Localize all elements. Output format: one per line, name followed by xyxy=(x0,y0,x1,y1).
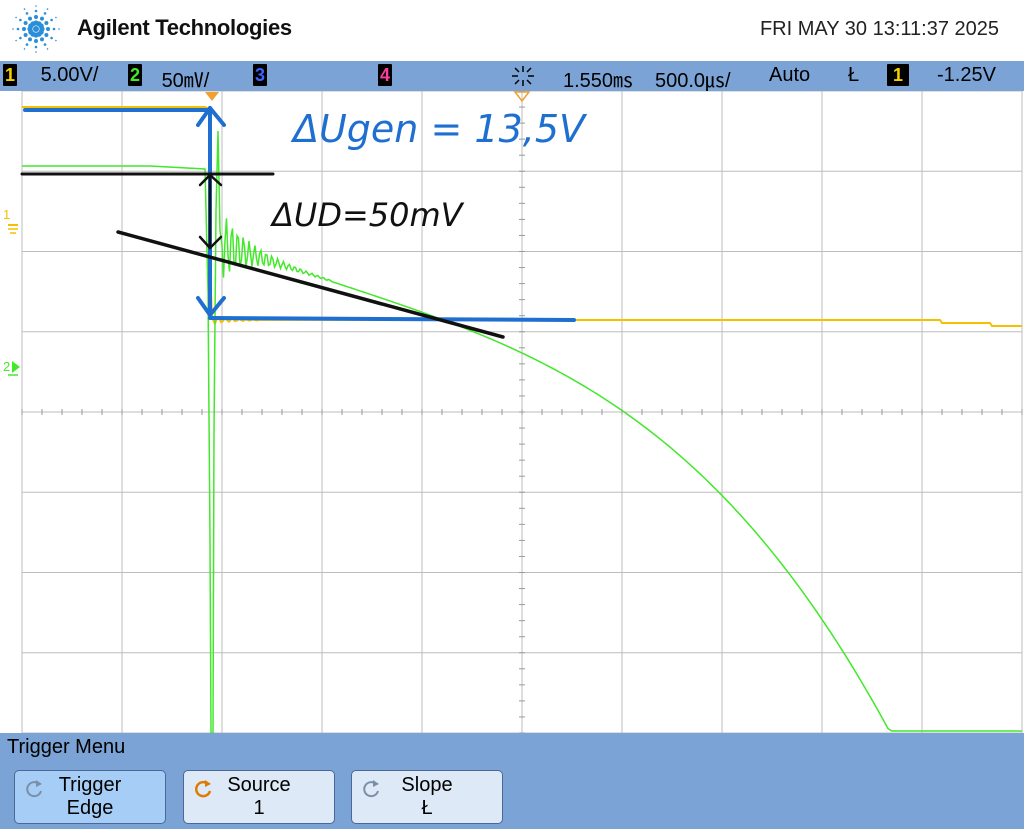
ch2-scale: 50㎷/ xyxy=(161,70,210,92)
trigger-level[interactable]: -1.25V xyxy=(937,64,996,87)
softkey-value: Edge xyxy=(66,797,114,819)
annotation-overlay: ΔUgen = 13,5V ΔUD=50mV xyxy=(20,106,588,339)
timebase-value[interactable]: 500.0㎲/ xyxy=(655,64,731,93)
softkey-menu: Trigger Menu Trigger Edge Source 1 Slope… xyxy=(0,733,1024,829)
delta-u-gen-label: ΔUgen = 13,5V xyxy=(290,107,588,151)
waveform-display[interactable]: 1 2 ΔUgen = 13,5V ΔUD=50mV xyxy=(0,91,1024,733)
svg-text:1: 1 xyxy=(3,207,10,222)
agilent-logo-icon xyxy=(12,5,60,53)
rotate-icon xyxy=(363,780,379,798)
trigger-type-softkey[interactable]: Trigger Edge xyxy=(14,770,166,824)
delta-u-d-label: ΔUD=50mV xyxy=(269,196,465,234)
ch4-badge: 4 xyxy=(378,64,392,86)
header: Agilent Technologies FRI MAY 30 13:11:37… xyxy=(0,0,1024,61)
brand-name: Agilent Technologies xyxy=(77,15,292,40)
softkey-value: Ł xyxy=(421,797,433,819)
rotate-icon xyxy=(26,780,42,798)
trigger-point-marker xyxy=(205,92,219,101)
rotate-icon xyxy=(195,780,212,798)
trigger-slope-symbol: Ł xyxy=(848,64,860,86)
trigger-mode[interactable]: Auto xyxy=(769,64,810,87)
ch1-ground-marker[interactable]: 1 xyxy=(3,207,18,234)
datetime: FRI MAY 30 13:11:37 2025 xyxy=(759,18,999,40)
ch1-scale: 5.00V/ xyxy=(40,64,99,86)
ch1-badge: 1 xyxy=(3,64,17,86)
graticule xyxy=(21,91,1023,733)
trigger-source-indicator[interactable]: 1 xyxy=(887,64,909,87)
status-bar: 1 5.00V/ 2 50㎷/ 3 4 1.550㎳ 500.0㎲/ Auto … xyxy=(0,61,1024,93)
svg-text:2: 2 xyxy=(3,359,10,374)
trigger-slope-softkey[interactable]: Slope Ł xyxy=(351,770,503,824)
delay-value[interactable]: 1.550㎳ xyxy=(563,64,633,93)
ch2-badge: 2 xyxy=(128,64,142,86)
ch3-badge: 3 xyxy=(253,64,267,86)
delay-icon xyxy=(510,65,536,93)
ch4-indicator[interactable]: 4 xyxy=(378,64,392,87)
ch1-scale-indicator[interactable]: 1 5.00V/ xyxy=(3,64,98,87)
ch3-indicator[interactable]: 3 xyxy=(253,64,267,87)
menu-title: Trigger Menu xyxy=(7,736,126,758)
softkey-value: 1 xyxy=(253,797,265,819)
trigger-source-badge: 1 xyxy=(887,64,909,86)
ch2-scale-indicator[interactable]: 2 50㎷/ xyxy=(128,64,209,93)
ch2-ground-marker[interactable]: 2 xyxy=(3,359,20,376)
trigger-source-softkey[interactable]: Source 1 xyxy=(183,770,335,824)
